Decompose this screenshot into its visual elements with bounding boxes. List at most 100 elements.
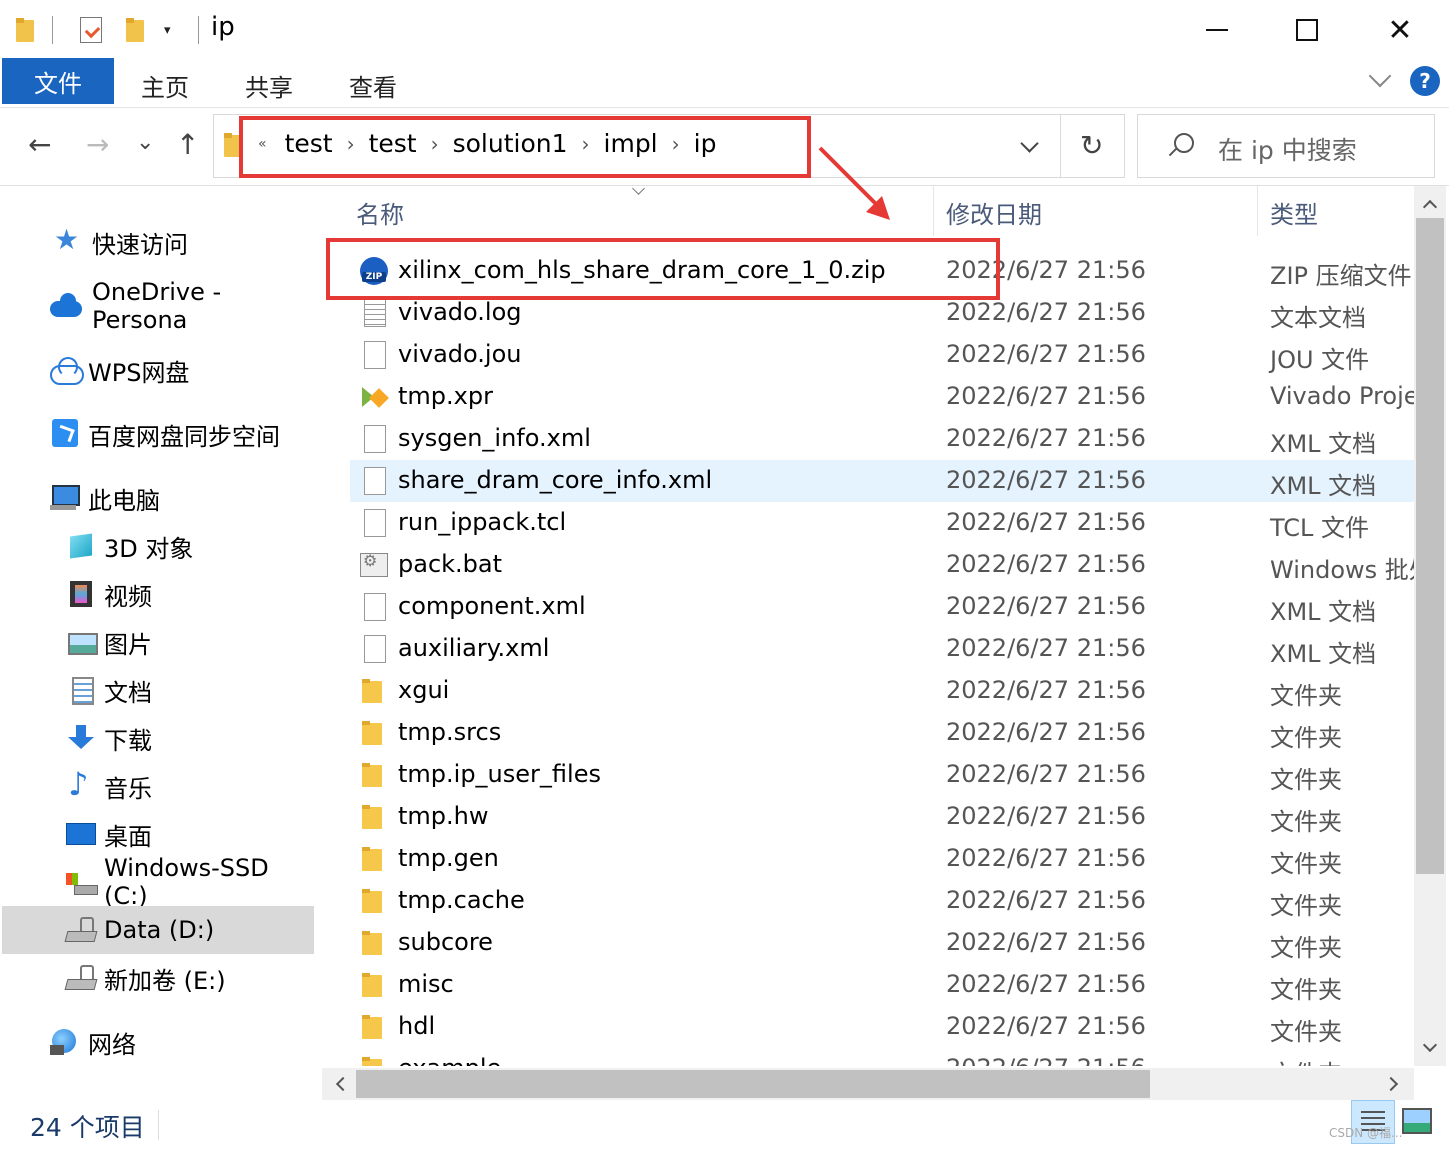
horizontal-scrollbar-thumb[interactable] [356,1070,1150,1098]
file-date: 2022/6/27 21:56 [946,382,1146,410]
file-type: TCL 文件 [1270,514,1370,542]
up-button[interactable]: ↑ [176,128,199,161]
file-row[interactable]: tmp.cache 2022/6/27 21:56 文件夹 [350,880,1414,922]
file-row[interactable]: hdl 2022/6/27 21:56 文件夹 [350,1006,1414,1048]
scroll-up-chevron-icon[interactable] [1422,196,1438,212]
file-name: subcore [398,928,493,956]
sidebar-item-downloads[interactable]: 下载 [66,714,152,762]
file-date: 2022/6/27 21:56 [946,1054,1146,1066]
sidebar-item-videos[interactable]: 视频 [66,570,152,618]
sidebar-item-network[interactable]: 网络 [50,1018,136,1066]
star-icon [54,223,84,257]
folder-icon [360,719,388,747]
file-type: XML 文档 [1270,598,1377,626]
sidebar-item-pictures[interactable]: 图片 [66,618,152,666]
column-divider[interactable] [1257,186,1258,236]
scroll-right-chevron-icon[interactable] [1386,1076,1402,1092]
large-icons-view-icon[interactable] [1402,1108,1432,1134]
file-row[interactable]: vivado.jou 2022/6/27 21:56 JOU 文件 [350,334,1414,376]
file-name: tmp.cache [398,886,525,914]
search-input[interactable]: 在 ip 中搜索 [1137,114,1435,178]
scroll-down-chevron-icon[interactable] [1422,1040,1438,1056]
file-row[interactable]: tmp.gen 2022/6/27 21:56 文件夹 [350,838,1414,880]
file-row[interactable]: tmp.ip_user_files 2022/6/27 21:56 文件夹 [350,754,1414,796]
sidebar-item-quick-access[interactable]: 快速访问 [54,218,188,266]
properties-icon[interactable] [80,14,102,46]
file-row[interactable]: tmp.xpr 2022/6/27 21:56 Vivado Proje [350,376,1414,418]
window-title: ip [211,12,235,42]
sidebar-item-music[interactable]: 音乐 [66,762,152,810]
address-history-chevron-down-icon[interactable] [1020,137,1040,157]
sidebar-item-wps[interactable]: WPS网盘 [50,346,189,394]
sidebar-item-this-pc[interactable]: 此电脑 [50,474,160,522]
file-icon [360,593,388,621]
file-type: 文件夹 [1270,766,1342,794]
file-row[interactable]: sysgen_info.xml 2022/6/27 21:56 XML 文档 [350,418,1414,460]
file-row[interactable]: pack.bat 2022/6/27 21:56 Windows 批处 [350,544,1414,586]
new-folder-icon[interactable] [126,14,144,46]
file-row[interactable]: xgui 2022/6/27 21:56 文件夹 [350,670,1414,712]
scroll-left-chevron-icon[interactable] [332,1076,348,1092]
close-button[interactable]: ✕ [1375,8,1425,52]
sidebar-item-drive-e[interactable]: 新加卷 (E:) [66,954,226,1002]
file-row[interactable]: share_dram_core_info.xml 2022/6/27 21:56 X… [350,460,1414,502]
file-row[interactable]: subcore 2022/6/27 21:56 文件夹 [350,922,1414,964]
file-type: XML 文档 [1270,430,1377,458]
annotation-box-address [239,116,811,178]
sidebar-item-desktop[interactable]: 桌面 [66,810,152,858]
customize-toolbar-icon[interactable]: ▾ [164,14,171,46]
tab-home[interactable]: 主页 [141,68,189,103]
sidebar-item-3d-objects[interactable]: 3D 对象 [66,522,193,570]
folder-icon [360,761,388,789]
videos-icon [66,579,96,609]
expand-ribbon-chevron-icon[interactable] [1368,68,1394,94]
file-icon [360,425,388,453]
file-type: 文件夹 [1270,724,1342,752]
file-name: sysgen_info.xml [398,424,591,452]
file-row[interactable]: component.xml 2022/6/27 21:56 XML 文档 [350,586,1414,628]
vertical-scrollbar-thumb[interactable] [1416,218,1444,874]
back-button[interactable]: ← [28,128,51,161]
column-header-date[interactable]: 修改日期 [946,186,1042,238]
sidebar-item-baidu[interactable]: 百度网盘同步空间 [50,410,280,458]
forward-button[interactable]: → [86,128,109,161]
file-name: share_dram_core_info.xml [398,466,713,494]
folder-icon [360,1055,388,1066]
separator [1060,115,1061,177]
tab-share[interactable]: 共享 [245,68,293,103]
maximize-button[interactable] [1282,8,1332,52]
tab-file[interactable]: 文件 [2,58,114,104]
recent-locations-button[interactable]: ⌄ [136,130,154,155]
sidebar-item-drive-d[interactable]: Data (D:) [2,906,314,954]
column-divider[interactable] [933,186,934,236]
file-row[interactable]: auxiliary.xml 2022/6/27 21:56 XML 文档 [350,628,1414,670]
column-header-type[interactable]: 类型 [1270,186,1318,238]
minimize-button[interactable] [1192,8,1242,52]
sidebar-item-documents[interactable]: 文档 [66,666,152,714]
file-date: 2022/6/27 21:56 [946,424,1146,452]
file-row[interactable]: misc 2022/6/27 21:56 文件夹 [350,964,1414,1006]
file-row[interactable]: tmp.hw 2022/6/27 21:56 文件夹 [350,796,1414,838]
file-date: 2022/6/27 21:56 [946,550,1146,578]
file-type: ZIP 压缩文件 [1270,262,1412,290]
file-date: 2022/6/27 21:56 [946,718,1146,746]
file-row[interactable]: run_ippack.tcl 2022/6/27 21:56 TCL 文件 [350,502,1414,544]
file-name: component.xml [398,592,586,620]
sidebar-item-drive-c[interactable]: Windows-SSD (C:) [66,854,318,910]
separator [52,14,53,46]
file-type: 文本文档 [1270,304,1366,332]
text-file-icon [360,299,388,327]
sidebar-item-onedrive[interactable]: OneDrive - Persona [50,278,318,334]
separator [158,1110,159,1140]
refresh-button[interactable]: ↻ [1080,129,1103,162]
column-header-name[interactable]: 名称 [356,186,404,238]
tab-view[interactable]: 查看 [349,68,397,103]
drive-c-icon [66,867,98,897]
file-date: 2022/6/27 21:56 [946,340,1146,368]
folder-icon [360,929,388,957]
file-row[interactable]: tmp.srcs 2022/6/27 21:56 文件夹 [350,712,1414,754]
file-icon [360,341,388,369]
desktop-icon [66,819,96,849]
file-row[interactable]: example 2022/6/27 21:56 文件夹 [350,1048,1414,1066]
help-icon[interactable]: ? [1410,66,1440,96]
